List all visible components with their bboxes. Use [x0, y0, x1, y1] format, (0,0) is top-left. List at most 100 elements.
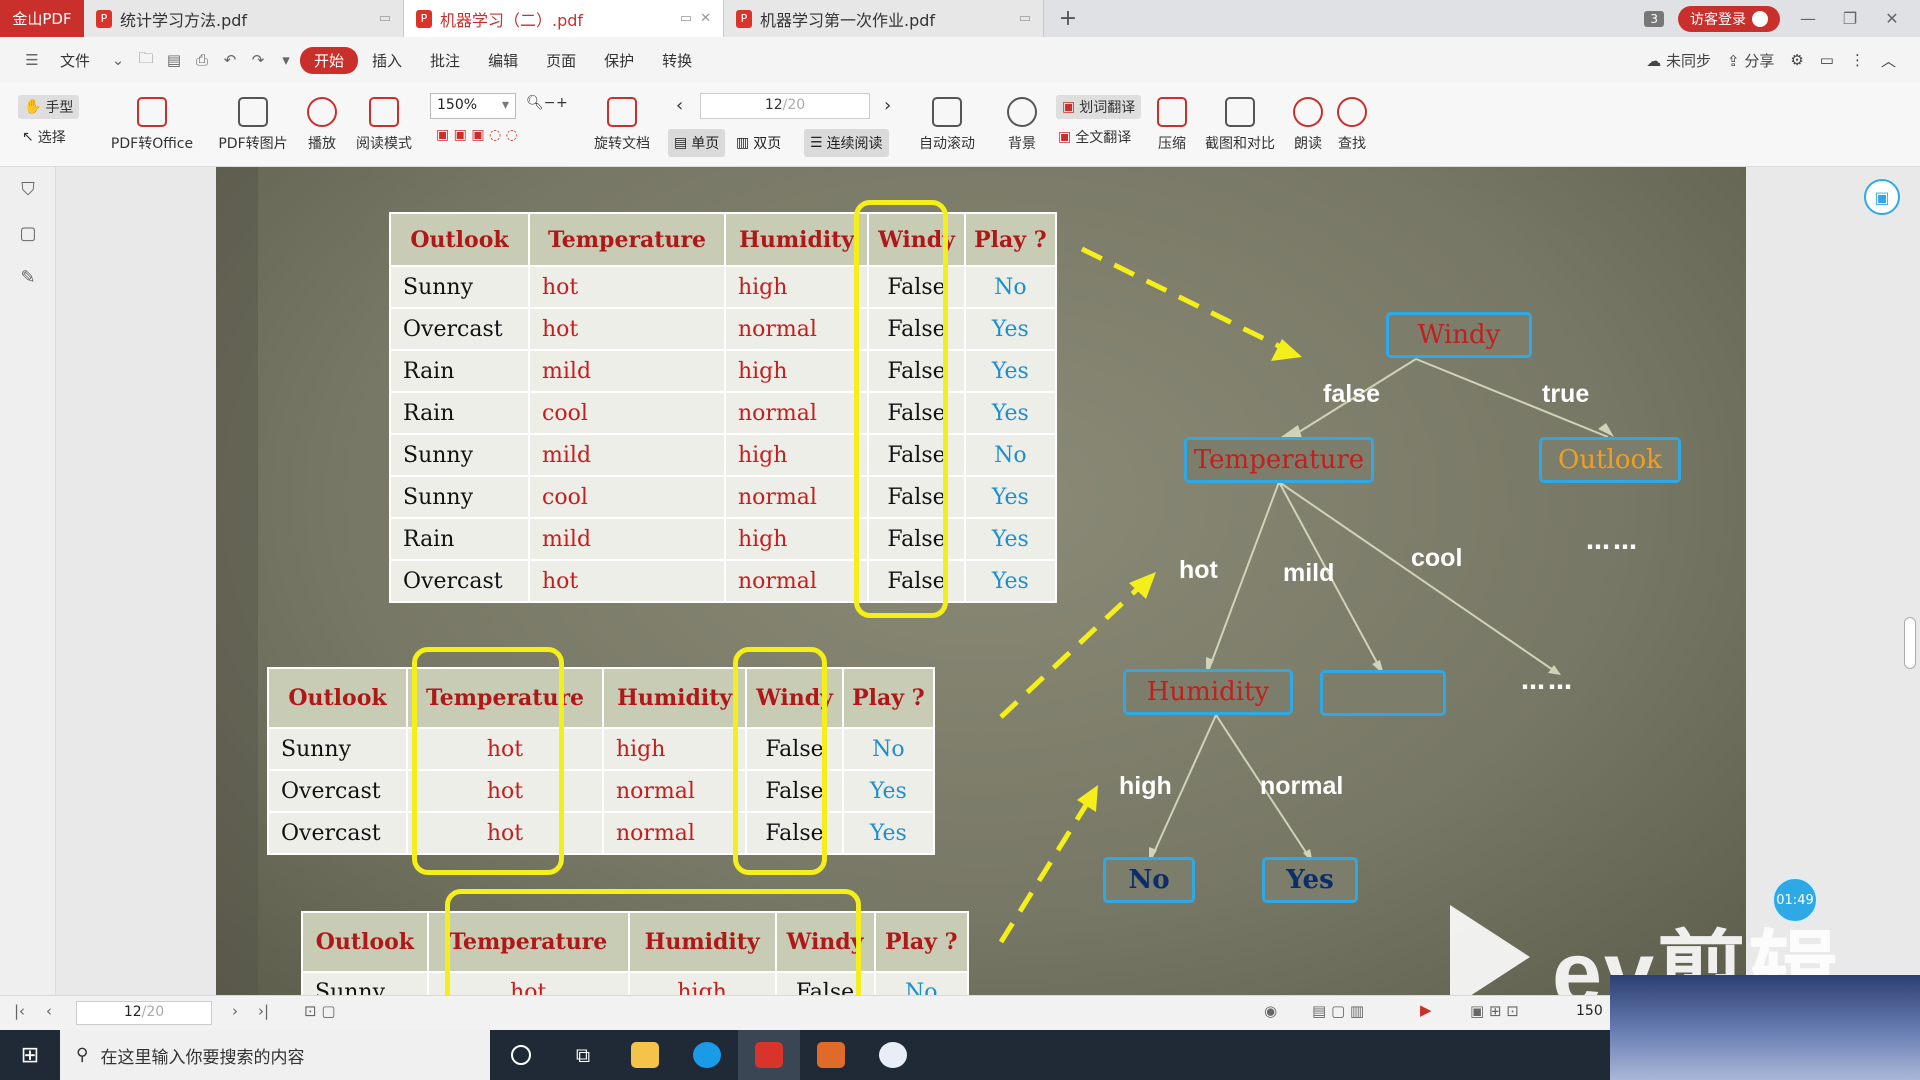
menu-edit[interactable]: 编辑: [474, 50, 532, 71]
settings-icon[interactable]: ⚙: [1790, 51, 1803, 69]
chevron-down-icon: ▾: [501, 97, 509, 113]
double-page-button[interactable]: ▥ 双页: [730, 129, 787, 157]
minimize-icon[interactable]: —: [1794, 9, 1822, 28]
hamburger-icon[interactable]: ☰: [21, 51, 43, 69]
close-icon[interactable]: ✕: [700, 11, 711, 26]
tab-ml2[interactable]: P 机器学习（二）.pdf ▭ ✕: [404, 0, 724, 37]
word-translate-button[interactable]: ▣ 划词翻译: [1056, 95, 1142, 119]
tab-label: 机器学习第一次作业.pdf: [760, 10, 936, 30]
first-page-icon[interactable]: |‹: [14, 1002, 25, 1020]
window-icon[interactable]: ▭: [1019, 11, 1031, 26]
menu-file[interactable]: 文件: [46, 50, 104, 71]
new-tab-button[interactable]: +: [1044, 0, 1092, 37]
menu-insert[interactable]: 插入: [358, 50, 416, 71]
hand-icon: ✋: [24, 99, 42, 115]
sync-status[interactable]: ☁ 未同步: [1646, 50, 1711, 71]
full-translate-button[interactable]: ▣ 全文翻译: [1058, 127, 1131, 147]
continuous-read-button[interactable]: ☰ 连续阅读: [804, 129, 889, 157]
matlab-icon[interactable]: [800, 1030, 862, 1080]
more-vert-icon[interactable]: ⋮: [1850, 51, 1865, 69]
pdf-to-office-button[interactable]: PDF转Office: [104, 83, 200, 167]
signature-icon[interactable]: ✎: [0, 255, 56, 299]
zoom-in-icon[interactable]: +: [556, 95, 568, 111]
recording-timer[interactable]: 01:49: [1772, 877, 1818, 923]
file-explorer-icon[interactable]: [614, 1030, 676, 1080]
fit-width-icon[interactable]: ⊡ ▢: [304, 1002, 336, 1020]
view-mode-icons[interactable]: ▤ ▢ ▥: [1312, 1002, 1364, 1020]
menu-protect[interactable]: 保护: [590, 50, 648, 71]
edge-label-normal: normal: [1260, 772, 1344, 800]
last-page-icon[interactable]: ›|: [258, 1002, 269, 1020]
page-input[interactable]: 12/20: [700, 93, 870, 119]
find-button[interactable]: 查找: [1332, 83, 1372, 167]
browser-icon[interactable]: [676, 1030, 738, 1080]
menu-page[interactable]: 页面: [532, 50, 590, 71]
play-slideshow-icon[interactable]: ▶: [1420, 1001, 1432, 1019]
open-folder-icon[interactable]: 🗀: [135, 48, 157, 73]
zoom-level[interactable]: 150: [1576, 1003, 1603, 1019]
play-button[interactable]: 播放: [300, 83, 344, 167]
login-button[interactable]: 访客登录: [1678, 5, 1780, 32]
pdf-to-image-button[interactable]: PDF转图片: [214, 83, 292, 167]
edge-label-false: false: [1323, 380, 1380, 408]
more-icon[interactable]: ▾: [275, 51, 297, 69]
close-window-icon[interactable]: ✕: [1878, 9, 1906, 28]
task-view-icon[interactable]: ⧉: [552, 1030, 614, 1080]
zoom-select[interactable]: 150% ▾: [430, 93, 516, 119]
single-page-button[interactable]: ▤ 单页: [668, 129, 726, 157]
next-page-icon[interactable]: ›: [884, 95, 891, 116]
tree-edges: [998, 246, 1614, 944]
tab-homework[interactable]: P 机器学习第一次作业.pdf ▭: [724, 0, 1044, 37]
app-brand[interactable]: 金山PDF: [0, 0, 84, 37]
restore-icon[interactable]: ❐: [1836, 9, 1864, 28]
background-button[interactable]: 背景: [1000, 83, 1044, 167]
window-icon[interactable]: ▭: [379, 11, 391, 26]
zoom-fit-icons[interactable]: ▣ ⊞ ⊡: [1470, 1002, 1519, 1020]
screenshot-compare-button[interactable]: 截图和对比: [1200, 83, 1280, 167]
comment-icon[interactable]: ▭: [1820, 51, 1834, 69]
cortana-icon[interactable]: [490, 1030, 552, 1080]
floating-translate-icon[interactable]: ▣: [1864, 179, 1900, 215]
tab-label: 统计学习方法.pdf: [120, 10, 248, 30]
image-icon: [238, 97, 268, 127]
read-aloud-button[interactable]: 朗读: [1288, 83, 1328, 167]
tab-stats[interactable]: P 统计学习方法.pdf ▭: [84, 0, 404, 37]
video-preview-thumbnail: [1610, 975, 1920, 1080]
pdf-page: Outlook Temperature Humidity Windy Play …: [216, 167, 1746, 995]
undo-icon[interactable]: ↶: [219, 51, 241, 69]
select-tool-button[interactable]: ↖ 选择: [22, 127, 66, 147]
pdf-app-icon[interactable]: [738, 1030, 800, 1080]
menu-annotate[interactable]: 批注: [416, 50, 474, 71]
menu-convert[interactable]: 转换: [648, 50, 706, 71]
prev-page-icon[interactable]: ‹: [46, 1002, 52, 1020]
print-icon[interactable]: ⎙: [191, 51, 213, 69]
taskbar-search[interactable]: ⚲ 在这里输入你要搜索的内容: [60, 1030, 490, 1080]
redo-icon[interactable]: ↷: [247, 51, 269, 69]
collapse-icon[interactable]: ︿: [1881, 50, 1896, 71]
search-icon: [1337, 97, 1367, 127]
window-count-badge[interactable]: 3: [1644, 10, 1664, 27]
save-icon[interactable]: ▤: [163, 51, 185, 69]
scrollbar-thumb[interactable]: [1904, 617, 1916, 669]
fit-page-icon[interactable]: ▣ ▣ ▣ ◌ ◌: [436, 127, 518, 143]
menu-start[interactable]: 开始: [300, 46, 359, 74]
bottom-page-input[interactable]: 12/20: [76, 1001, 212, 1025]
prev-page-icon[interactable]: ‹: [676, 95, 683, 116]
compress-button[interactable]: 压缩: [1150, 83, 1194, 167]
read-mode-button[interactable]: 阅读模式: [352, 83, 416, 167]
hand-tool-button[interactable]: ✋ 手型: [18, 95, 80, 119]
autoscroll-button[interactable]: 自动滚动: [910, 83, 984, 167]
zoom-out-icon[interactable]: 🔍︎−: [526, 95, 556, 111]
eye-icon[interactable]: ◉: [1264, 1002, 1277, 1020]
bookmark-icon[interactable]: ⛉: [0, 167, 56, 211]
rotate-doc-button[interactable]: 旋转文档: [590, 83, 654, 167]
window-icon[interactable]: ▭: [680, 11, 692, 26]
chevron-down-icon[interactable]: ⌄: [107, 51, 129, 69]
share-button[interactable]: ⇪ 分享: [1727, 50, 1774, 71]
menu-bar: ☰ 文件 ⌄ 🗀 ▤ ⎙ ↶ ↷ ▾ 开始 插入 批注 编辑 页面 保护 转换 …: [0, 37, 1920, 83]
next-page-icon[interactable]: ›: [232, 1002, 238, 1020]
document-viewport[interactable]: Outlook Temperature Humidity Windy Play …: [56, 167, 1920, 995]
screen-recorder-icon[interactable]: [862, 1030, 924, 1080]
windows-start-icon[interactable]: ⊞: [0, 1030, 60, 1080]
thumbnail-icon[interactable]: ▢: [0, 211, 56, 255]
